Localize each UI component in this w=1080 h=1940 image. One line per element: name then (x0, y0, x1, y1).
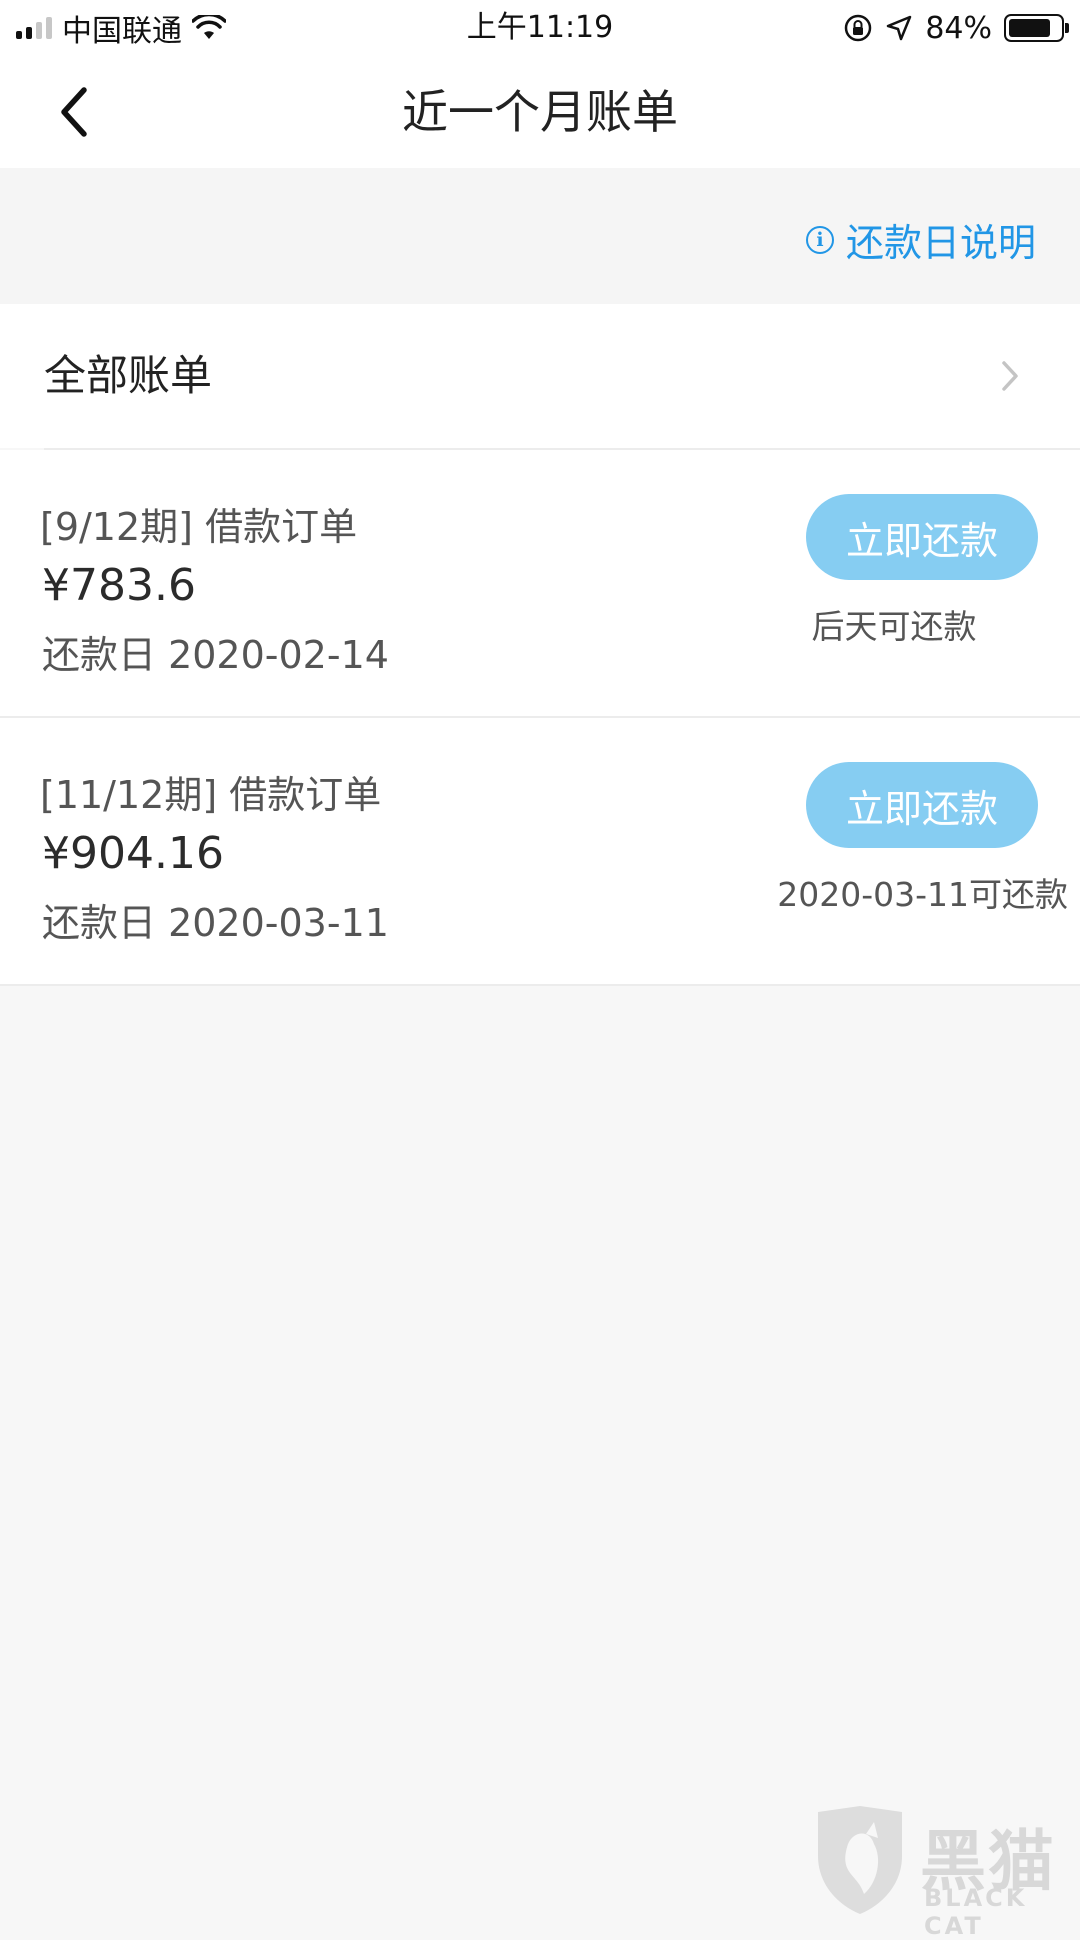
divider (0, 984, 1080, 986)
bill-row: [11/12期] 借款订单 ¥904.16 还款日 2020-03-11 立即还… (0, 718, 1080, 984)
pay-availability-hint: 2020-03-11可还款 (777, 875, 1068, 914)
bill-due-date: 还款日 2020-03-11 (42, 901, 389, 945)
page-title: 近一个月账单 (402, 85, 678, 139)
all-bills-row[interactable]: 全部账单 (0, 304, 1080, 448)
location-icon (887, 15, 912, 41)
chevron-right-icon (1002, 361, 1018, 391)
pay-now-button[interactable]: 立即还款 (806, 494, 1038, 580)
rotation-lock-icon (845, 14, 872, 42)
battery-level (1009, 19, 1050, 37)
black-cat-logo-icon (818, 1806, 902, 1914)
all-bills-label: 全部账单 (44, 351, 213, 400)
watermark: 黑猫 BLACK CAT (800, 1804, 1080, 1940)
back-button[interactable] (40, 78, 108, 146)
bill-due-date: 还款日 2020-02-14 (42, 633, 389, 677)
pay-availability-hint: 后天可还款 (811, 607, 977, 646)
status-right: 84% (843, 8, 1069, 48)
pay-now-button[interactable]: 立即还款 (806, 762, 1038, 848)
bill-row: [9/12期] 借款订单 ¥783.6 还款日 2020-02-14 立即还款 … (0, 450, 1080, 716)
watermark-sub: BLACK CAT (924, 1884, 1028, 1940)
bill-amount: ¥783.6 (42, 560, 196, 611)
battery-percent: 84% (925, 10, 992, 46)
info-strip: i 还款日说明 (0, 168, 1080, 304)
repay-day-info-label: 还款日说明 (845, 221, 1036, 265)
chevron-left-icon (61, 87, 87, 137)
bill-period: [9/12期] 借款订单 (40, 505, 358, 549)
status-bar: 中国联通 上午11:19 84% (0, 0, 1080, 56)
bill-period: [11/12期] 借款订单 (40, 773, 382, 817)
repay-day-info-link[interactable]: i 还款日说明 (805, 212, 1036, 267)
bill-amount: ¥904.16 (42, 828, 224, 879)
battery-icon (1004, 14, 1069, 42)
nav-bar: 近一个月账单 (0, 56, 1080, 168)
info-icon: i (805, 225, 834, 254)
